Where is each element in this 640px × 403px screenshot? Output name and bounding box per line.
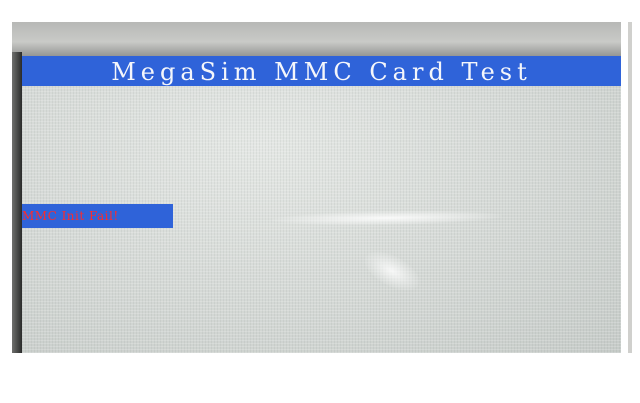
device-photo: MegaSim MMC Card Test MMC Init Fail!: [12, 22, 621, 353]
screen-glare: [358, 243, 426, 299]
status-message: MMC Init Fail!: [22, 204, 173, 228]
lcd-screen: MegaSim MMC Card Test MMC Init Fail!: [22, 56, 621, 353]
screen-glare: [271, 208, 503, 228]
device-bezel-top: [12, 22, 621, 58]
title-bar: MegaSim MMC Card Test: [22, 56, 621, 86]
photo-edge: [628, 22, 632, 353]
screen-title: MegaSim MMC Card Test: [111, 58, 532, 86]
device-bezel-left: [12, 52, 22, 353]
